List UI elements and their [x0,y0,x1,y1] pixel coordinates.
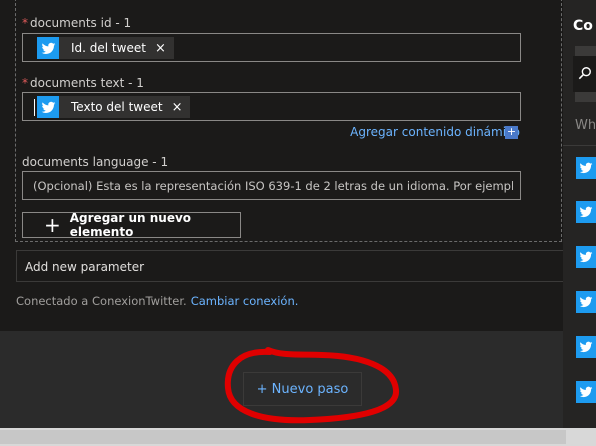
scrollbar-thumb[interactable] [0,430,566,444]
connectors-panel: Co Wh [563,0,596,428]
token-tweet-text[interactable]: Texto del tweet × [37,96,191,118]
plus-icon: + [44,213,61,237]
add-new-parameter-dropdown[interactable]: Add new parameter [16,250,566,282]
search-input[interactable] [573,56,596,92]
twitter-icon[interactable] [576,201,596,223]
twitter-icon[interactable] [576,336,596,358]
documents-text-field[interactable]: Texto del tweet × [22,92,521,121]
token-label: Id. del tweet [71,41,146,55]
documents-id-field[interactable]: Id. del tweet × [22,33,521,62]
required-asterisk: * [22,16,28,30]
twitter-icon[interactable] [576,381,596,403]
search-icon [578,67,591,80]
connection-text: Conectado a ConexionTwitter. [16,294,187,308]
connection-info: Conectado a ConexionTwitter. Cambiar cone… [16,294,298,308]
token-remove-button[interactable]: × [155,41,174,56]
when-label: Wh [575,118,596,133]
documents-language-field[interactable]: (Opcional) Esta es la representación ISO… [22,171,521,200]
twitter-icon[interactable] [576,157,596,179]
divider [563,145,596,146]
token-label: Texto del tweet [71,100,163,114]
add-dynamic-content-icon[interactable]: + [505,126,518,139]
add-new-item-button[interactable]: + Agregar un nuevo elemento [22,211,241,239]
required-asterisk: * [22,76,28,90]
panel-title: Co [573,18,593,34]
language-placeholder: (Opcional) Esta es la representación ISO… [33,179,513,193]
text-caret [34,99,35,116]
twitter-icon[interactable] [576,246,596,268]
documents-language-label: documents language - 1 [22,155,169,169]
action-card: * documents id - 1 Id. del tweet × * docum… [0,0,570,331]
new-step-button[interactable]: + Nuevo paso [243,372,362,406]
documents-text-label: * documents text - 1 [22,76,144,90]
add-dynamic-content-link[interactable]: Agregar contenido dinámico [350,125,520,139]
change-connection-link[interactable]: Cambiar conexión. [191,294,299,308]
token-remove-button[interactable]: × [172,100,191,115]
token-tweet-id[interactable]: Id. del tweet × [37,37,174,59]
add-new-parameter-label: Add new parameter [25,260,145,274]
documents-id-label: * documents id - 1 [22,16,132,30]
twitter-icon [37,96,59,118]
twitter-icon[interactable] [576,291,596,313]
add-new-item-label: Agregar un nuevo elemento [69,211,192,239]
twitter-icon [37,37,59,59]
